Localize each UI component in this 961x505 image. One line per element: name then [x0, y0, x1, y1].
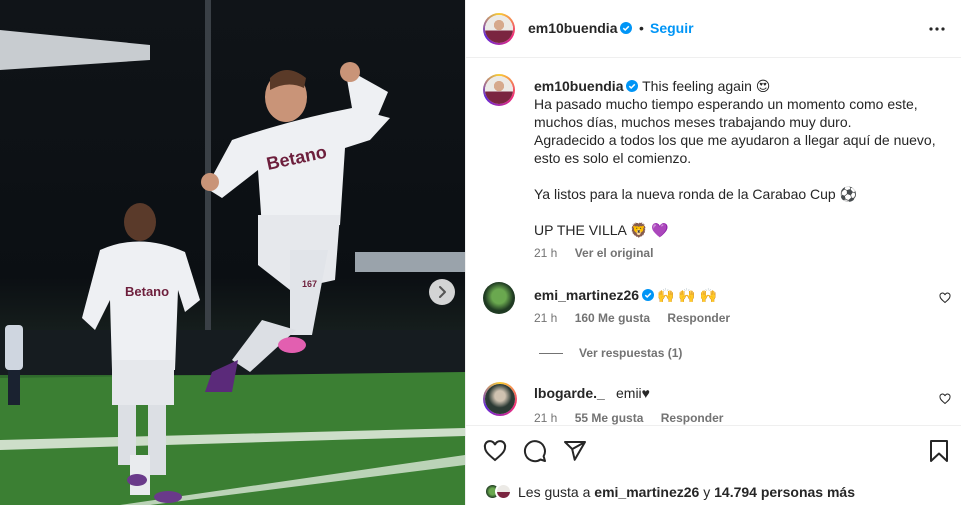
comment-time[interactable]: 21 h: [534, 411, 557, 425]
heart-icon[interactable]: [483, 439, 507, 463]
see-original-link[interactable]: Ver el original: [575, 246, 654, 260]
stadium-roof: [0, 30, 150, 70]
comment-likes[interactable]: 55 Me gusta: [575, 411, 644, 425]
replies-line: [539, 353, 563, 355]
more-options-icon[interactable]: [928, 21, 946, 37]
comment-likes[interactable]: 160 Me gusta: [575, 311, 650, 325]
likes-count-link[interactable]: 14.794 personas más: [714, 484, 855, 500]
reply-button[interactable]: Responder: [667, 311, 730, 325]
background-player-legs: [8, 370, 20, 405]
post-caption: em10buendia This feeling again 😍 Ha pasa…: [534, 77, 944, 239]
follow-button[interactable]: Seguir: [650, 20, 694, 36]
comment-username[interactable]: emi_martinez26: [534, 287, 655, 303]
caption-line: esto es solo el comienzo.: [534, 150, 692, 166]
next-photo-button[interactable]: [429, 279, 455, 305]
liker-avatar[interactable]: [495, 483, 512, 500]
post-header: em10buendia • Seguir: [466, 0, 961, 58]
likes-prefix: Les gusta a: [518, 483, 591, 500]
caption-time[interactable]: 21 h: [534, 246, 557, 260]
heart-icon[interactable]: [939, 292, 951, 304]
caption-line: Ya listos para la nueva ronda de la Cara…: [534, 186, 858, 202]
shirt-number: 167: [302, 279, 317, 289]
post-panel: em10buendia • Seguir em10buendia This fe…: [465, 0, 961, 505]
bookmark-icon[interactable]: [928, 439, 950, 463]
author-username-text[interactable]: em10buendia: [528, 20, 617, 36]
comment-meta: 21 h 160 Me gusta Responder: [534, 311, 744, 325]
sponsor-text-2: Betano: [125, 284, 169, 299]
view-replies-text[interactable]: Ver respuestas (1): [579, 346, 682, 360]
comment-avatar[interactable]: [483, 282, 515, 314]
heart-icon[interactable]: [939, 393, 951, 405]
caption-line: Ha pasado mucho tiempo esperando un mome…: [534, 96, 918, 112]
stand-roof: [355, 252, 465, 272]
likes-user-link[interactable]: emi_martinez26: [594, 484, 699, 500]
author-avatar[interactable]: [483, 13, 515, 45]
verified-badge-icon: [642, 289, 655, 301]
caption-avatar[interactable]: [483, 74, 515, 106]
instagram-post: Betano Betano 167 em10buendia • Seguir e…: [0, 0, 961, 505]
caption-line: Agradecido a todos los que me ayudaron a…: [534, 132, 936, 148]
photo-scene: Betano Betano 167: [0, 0, 465, 505]
likes-summary: Les gusta a emi_martinez26 y 14.794 pers…: [484, 483, 855, 500]
caption-username[interactable]: em10buendia: [534, 78, 623, 94]
author-username[interactable]: em10buendia: [528, 20, 633, 36]
comment-text: 🙌 🙌 🙌: [657, 287, 718, 303]
comment-text: emii♥: [616, 385, 650, 401]
comment-username-text[interactable]: emi_martinez26: [534, 287, 639, 303]
caption-line: This feeling again 😍: [642, 78, 771, 94]
floodlight-pole: [205, 0, 211, 330]
caption-meta: 21 h Ver el original: [534, 246, 653, 260]
verified-badge-icon: [626, 80, 639, 92]
chevron-right-icon: [439, 286, 446, 298]
comment-icon[interactable]: [523, 439, 547, 463]
post-photo[interactable]: Betano Betano 167: [0, 0, 465, 505]
background-player: [5, 325, 23, 370]
caption-line: UP THE VILLA 🦁 💜: [534, 222, 669, 238]
comment-username[interactable]: lbogarde._: [534, 385, 605, 401]
comment-meta: 21 h 55 Me gusta Responder: [534, 411, 737, 425]
comment-time[interactable]: 21 h: [534, 311, 557, 325]
comment-avatar[interactable]: [483, 382, 517, 416]
verified-badge-icon: [620, 22, 633, 34]
caption-line: muchos días, muchos meses trabajando muy…: [534, 114, 852, 130]
separator-dot: •: [639, 20, 644, 36]
view-replies-button[interactable]: Ver respuestas (1): [539, 346, 682, 360]
share-icon[interactable]: [563, 439, 587, 463]
likes-middle: y: [703, 483, 711, 500]
reply-button[interactable]: Responder: [661, 411, 724, 425]
